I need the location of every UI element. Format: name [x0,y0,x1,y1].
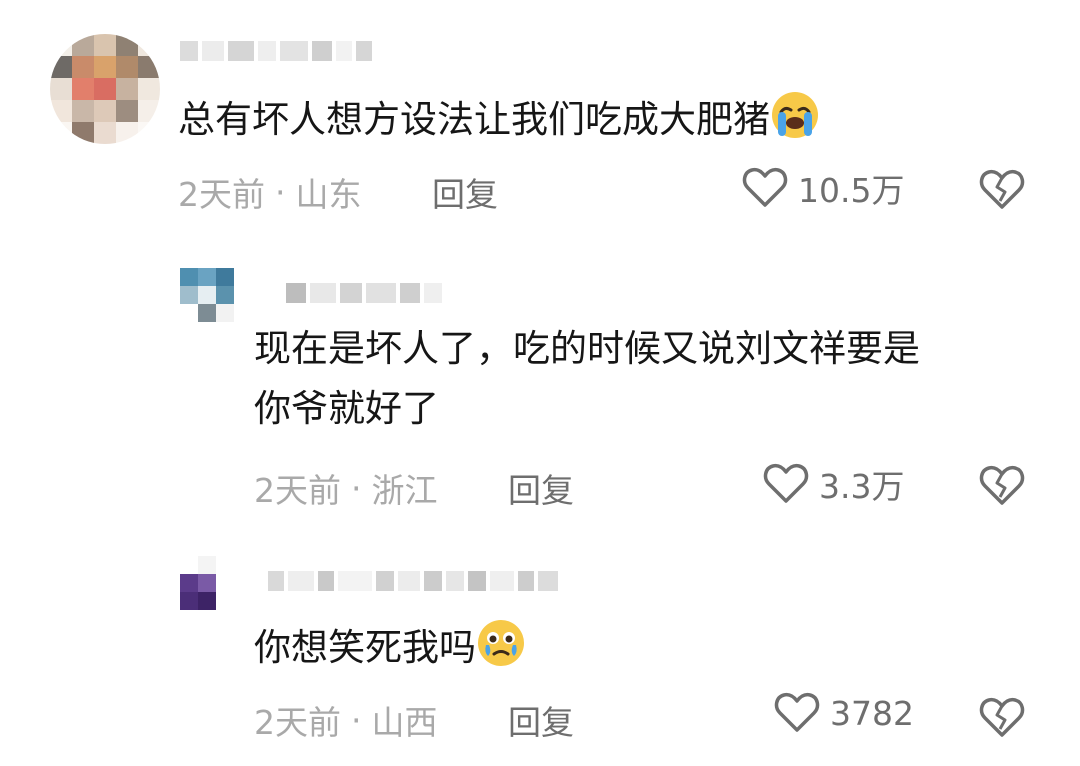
avatar[interactable] [180,556,216,610]
comment-text: 总有坏人想方设法让我们吃成大肥猪 [178,90,820,147]
dislike-button[interactable] [978,695,1026,741]
comment-time: 2天前 [254,471,341,510]
reply-comment-item: 现在是坏人了，吃的时候又说刘文祥要是 你爷就好了 2天前 · 浙江 回复 3.3… [0,240,1080,530]
comment-meta: 2天前 · 山西 [254,696,438,744]
meta-separator: · [351,468,362,508]
loudly-crying-emoji-icon [770,90,820,140]
broken-heart-icon [979,465,1025,505]
comment-text-line: 现在是坏人了，吃的时候又说刘文祥要是 [254,327,920,370]
face-holding-back-tears-emoji-icon [476,618,526,668]
comment-meta: 2天前 · 浙江 [254,464,438,512]
heart-outline-icon [763,463,809,503]
comment-page: { "comments": [ { "text": "总有坏人想方设法让我们吃成… [0,0,1080,766]
username-blurred[interactable] [268,568,558,594]
comment-location: 山西 [371,703,438,742]
dislike-button[interactable] [978,463,1026,509]
like-count: 3.3万 [819,467,905,506]
username-blurred[interactable] [286,280,442,306]
meta-separator: · [351,700,362,740]
avatar[interactable] [180,268,234,322]
broken-heart-icon [979,169,1025,209]
comment-text-line: 你爷就好了 [254,387,439,430]
reply-button[interactable]: 回复 [508,696,574,744]
reply-comment-item: 你想笑死我吗 2天前 · 山西 回复 3782 [0,530,1080,766]
like-count: 3782 [830,693,914,733]
broken-heart-icon [979,697,1025,737]
like-button[interactable]: 3782 [774,692,914,734]
like-button[interactable]: 3.3万 [763,460,904,508]
comment-item: 总有坏人想方设法让我们吃成大肥猪 2天前 · 山东 回复 10.5万 [0,0,1080,240]
comment-text: 你想笑死我吗 [254,618,526,675]
comment-location: 浙江 [371,471,438,510]
heart-outline-icon [742,167,788,207]
reply-button[interactable]: 回复 [432,168,498,216]
like-button[interactable]: 10.5万 [742,164,904,212]
meta-separator: · [275,172,286,212]
comment-location: 山东 [295,175,362,214]
avatar[interactable] [50,34,160,144]
heart-outline-icon [774,692,820,732]
comment-time: 2天前 [254,703,341,742]
dislike-button[interactable] [978,167,1026,213]
comment-text: 现在是坏人了，吃的时候又说刘文祥要是 你爷就好了 [254,322,920,436]
comment-meta: 2天前 · 山东 [178,168,362,216]
comment-time: 2天前 [178,175,265,214]
reply-button[interactable]: 回复 [508,464,574,512]
username-blurred[interactable] [180,38,372,64]
like-count: 10.5万 [798,171,905,210]
